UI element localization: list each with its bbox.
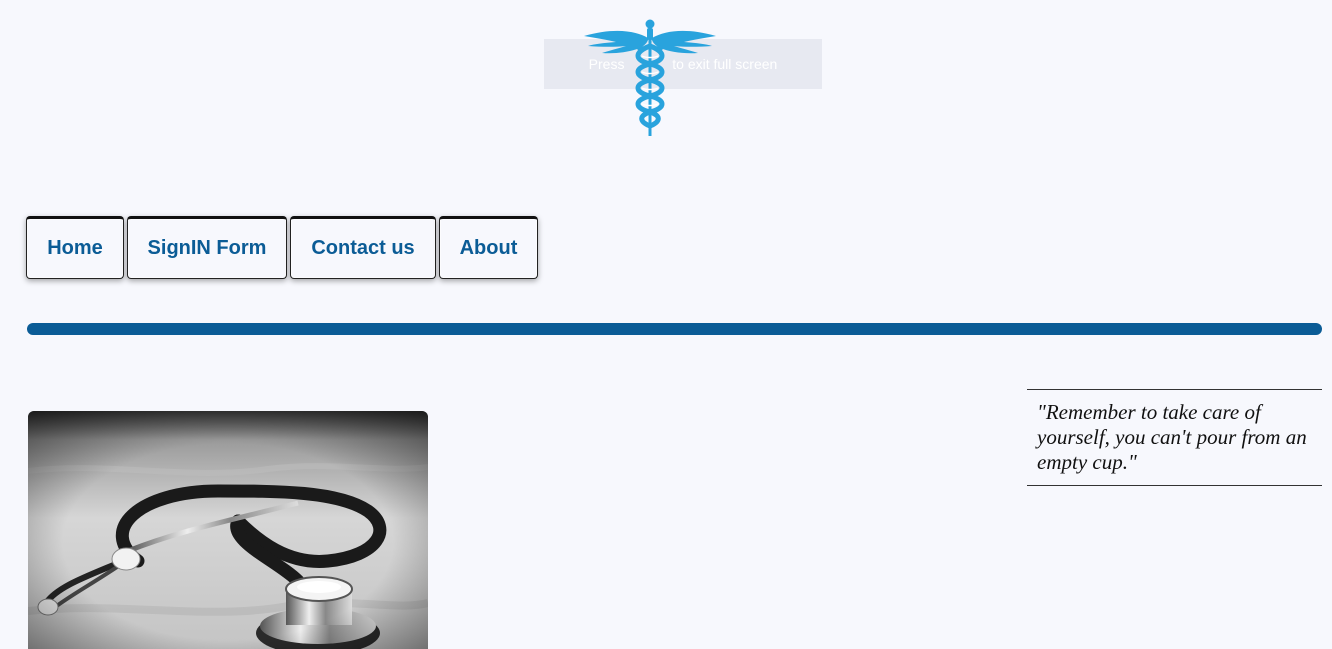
nav-contact-us-button[interactable]: Contact us [290,216,436,279]
main-nav: Home SignIN Form Contact us About [26,216,538,281]
nav-home-button[interactable]: Home [26,216,124,279]
stethoscope-image [28,411,428,649]
page: Press to exit full screen Home SignIN Fo… [0,0,1332,649]
nav-about-button[interactable]: About [439,216,538,279]
nav-signin-form-button[interactable]: SignIN Form [127,216,287,279]
section-divider [27,323,1322,335]
caduceus-icon [582,16,718,138]
quote-text: "Remember to take care of yourself, you … [1037,400,1307,474]
inspirational-quote: "Remember to take care of yourself, you … [1027,389,1322,486]
